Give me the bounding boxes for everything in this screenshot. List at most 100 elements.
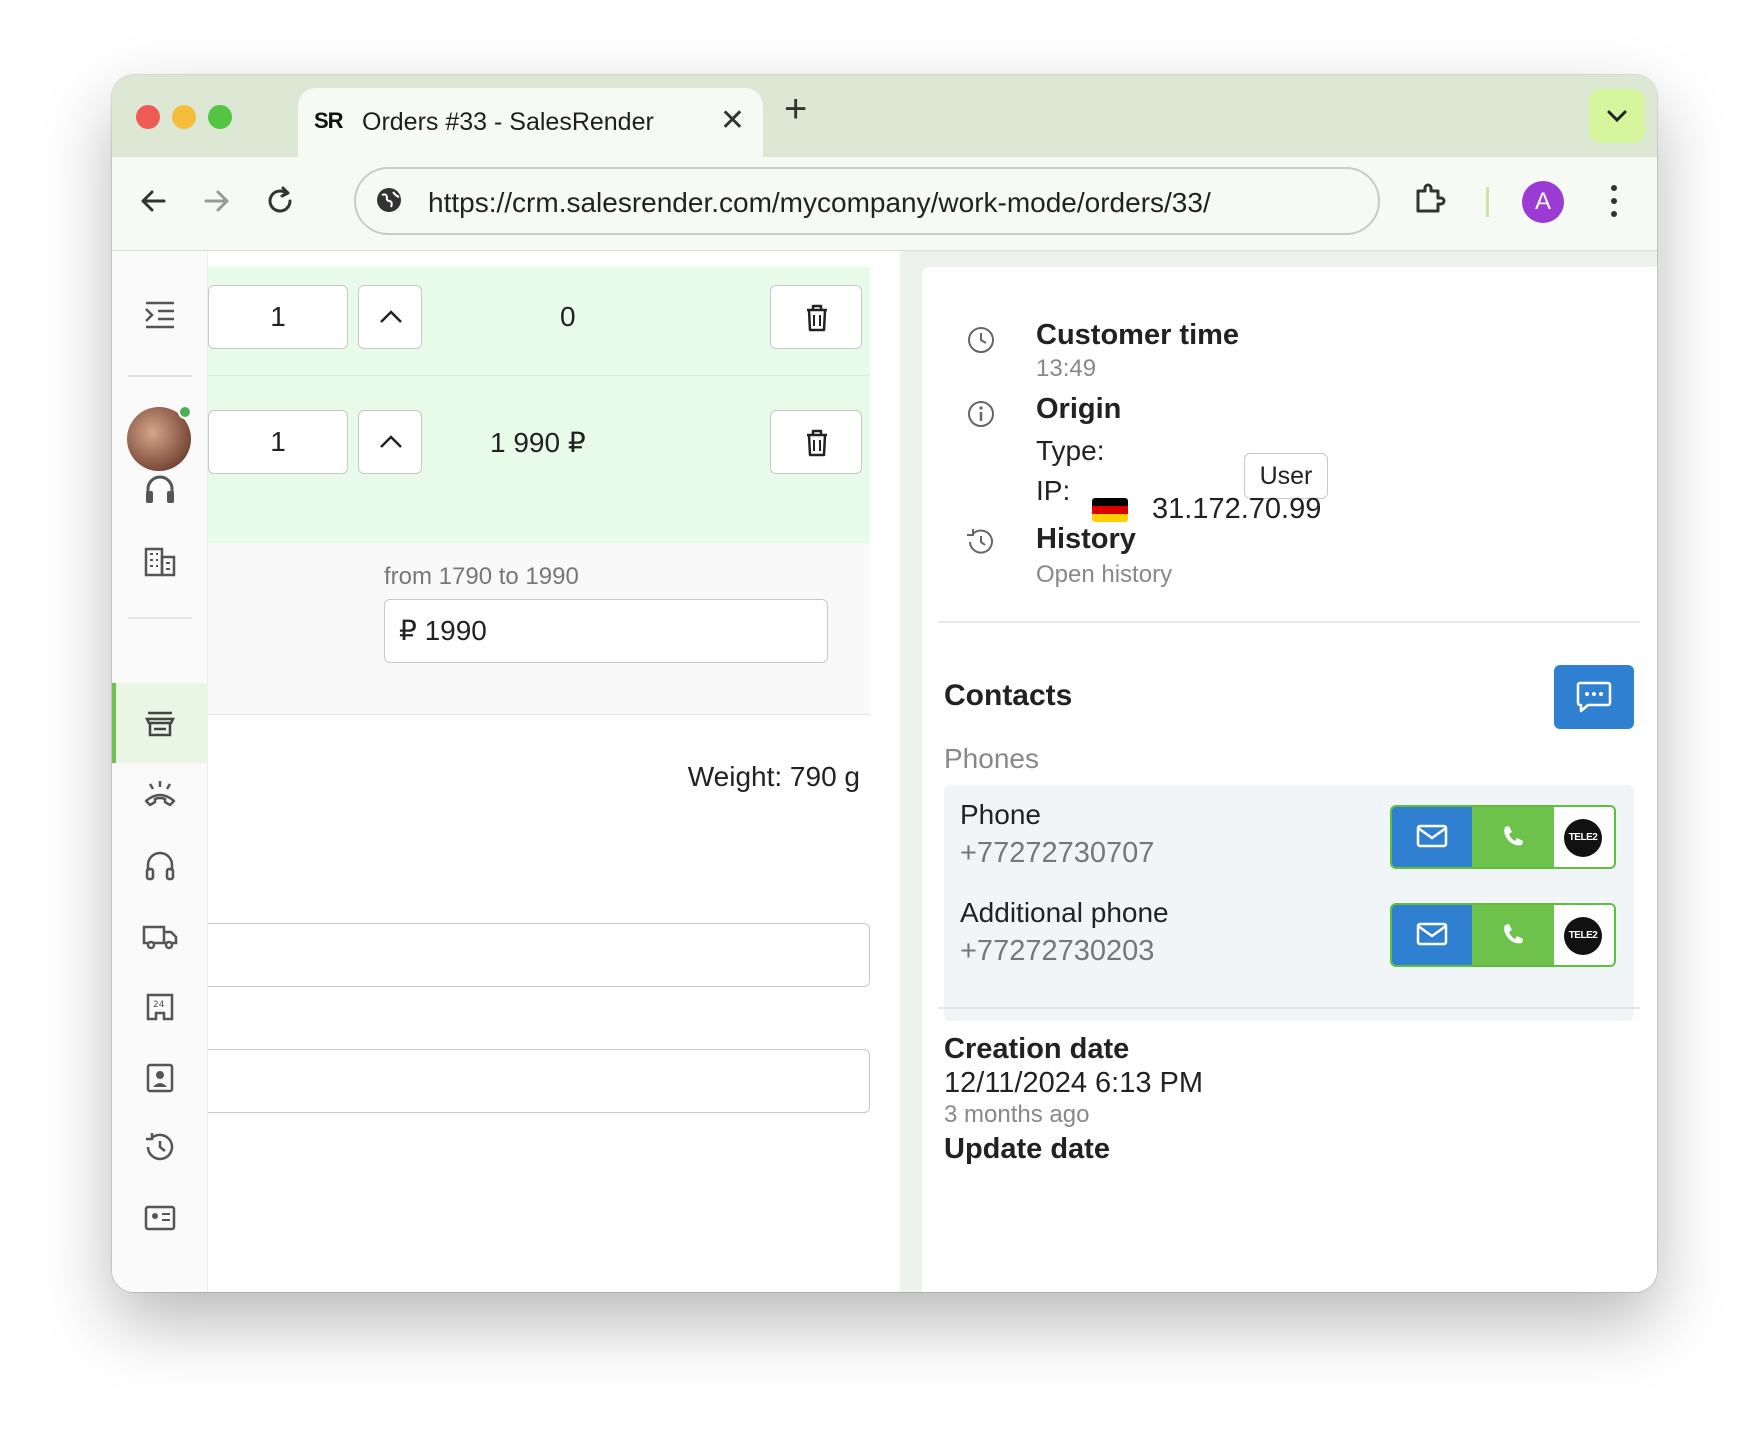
order-products-panel: 1 0 1 1 990 ₽ from 1790 to 1990 ₽ 1990 W… xyxy=(208,251,892,1292)
back-arrow-icon[interactable] xyxy=(138,185,170,217)
menu-indent-icon[interactable] xyxy=(140,295,180,335)
call-button[interactable] xyxy=(1472,905,1554,965)
app-sidebar: 24 xyxy=(112,251,208,1292)
forward-arrow-icon[interactable] xyxy=(200,185,232,217)
order-info-card: Customer time 13:49 Origin Type: User IP… xyxy=(922,267,1657,1292)
phone-icon xyxy=(1504,924,1523,944)
price-input[interactable]: ₽ 1990 xyxy=(384,599,828,663)
phone-number[interactable]: +77272730203 xyxy=(960,935,1154,968)
browser-window: SR Orders #33 - SalesRender ✕ + https://… xyxy=(112,75,1657,1292)
mail-icon xyxy=(1416,824,1448,848)
phones-label: Phones xyxy=(944,743,1039,774)
tele2-logo: TELE2 xyxy=(1564,819,1602,857)
send-sms-button[interactable] xyxy=(1392,905,1472,965)
section-divider xyxy=(938,621,1640,623)
operator-badge: TELE2 xyxy=(1554,807,1614,867)
maximize-window-button[interactable] xyxy=(208,105,232,129)
close-window-button[interactable] xyxy=(136,105,160,129)
profile-avatar[interactable]: A xyxy=(1522,181,1564,223)
info-icon xyxy=(964,397,998,431)
quantity-up-button[interactable] xyxy=(358,285,422,349)
history-label: History xyxy=(1036,523,1136,555)
chat-icon xyxy=(1576,681,1612,713)
address-bar[interactable]: https://crm.salesrender.com/mycompany/wo… xyxy=(354,167,1380,235)
chevron-down-icon xyxy=(1607,110,1627,123)
text-field[interactable] xyxy=(208,923,870,987)
delete-product-button[interactable] xyxy=(770,285,862,349)
delete-product-button[interactable] xyxy=(770,410,862,474)
price-range-label: from 1790 to 1990 xyxy=(384,563,579,590)
building-icon[interactable] xyxy=(140,541,180,581)
quantity-up-button[interactable] xyxy=(358,410,422,474)
ringing-phone-icon[interactable] xyxy=(140,773,180,813)
row-total: 0 xyxy=(560,301,576,332)
browser-titlebar: SR Orders #33 - SalesRender ✕ + xyxy=(112,75,1657,157)
new-tab-plus-icon[interactable]: + xyxy=(784,87,807,132)
trash-icon xyxy=(807,304,827,332)
chevron-up-icon xyxy=(380,310,402,323)
url-text: https://crm.salesrender.com/mycompany/wo… xyxy=(428,187,1211,218)
browser-tab[interactable]: SR Orders #33 - SalesRender ✕ xyxy=(298,88,763,157)
creation-date-relative: 3 months ago xyxy=(944,1101,1090,1128)
call-button[interactable] xyxy=(1472,807,1554,867)
toolbar-divider xyxy=(1486,187,1489,217)
store-icon[interactable] xyxy=(140,703,180,743)
customer-time-value: 13:49 xyxy=(1036,355,1097,382)
germany-flag-icon xyxy=(1092,498,1128,522)
quantity-input[interactable]: 1 xyxy=(208,410,348,474)
site-info-icon[interactable] xyxy=(374,185,404,215)
customer-time-label: Customer time xyxy=(1036,319,1240,351)
phone-icon xyxy=(1504,826,1523,846)
sidebar-divider xyxy=(128,375,192,377)
update-date-label: Update date xyxy=(944,1133,1110,1165)
phone-label: Additional phone xyxy=(960,897,1169,928)
phones-list: Phone +77272730707 TELE2 Additional phon… xyxy=(944,785,1634,1021)
browser-toolbar: https://crm.salesrender.com/mycompany/wo… xyxy=(112,157,1657,251)
contact-card-icon[interactable] xyxy=(140,1057,180,1097)
send-sms-button[interactable] xyxy=(1392,807,1472,867)
origin-ip-value: 31.172.70.99 xyxy=(1152,493,1322,525)
creation-date-label: Creation date xyxy=(944,1033,1130,1065)
minimize-window-button[interactable] xyxy=(172,105,196,129)
truck-icon[interactable] xyxy=(140,915,180,955)
phone-label: Phone xyxy=(960,799,1041,830)
store-24-icon[interactable]: 24 xyxy=(140,985,180,1025)
product-row: 1 1 990 ₽ xyxy=(208,375,870,543)
online-status-dot xyxy=(178,405,192,419)
headphones-icon[interactable] xyxy=(140,845,180,885)
more-vertical-icon[interactable] xyxy=(1608,183,1620,219)
text-field[interactable] xyxy=(208,1049,870,1113)
svg-text:24: 24 xyxy=(153,1000,165,1010)
operator-badge: TELE2 xyxy=(1554,905,1614,965)
page-content: 24 1 0 1 1 990 ₽ from 1790 to 1990 ₽ 199… xyxy=(112,251,1657,1292)
id-card-icon[interactable] xyxy=(140,1197,180,1237)
tab-close-icon[interactable]: ✕ xyxy=(720,103,745,138)
tab-search-button[interactable] xyxy=(1589,89,1645,143)
history-icon xyxy=(964,525,998,559)
extensions-puzzle-icon[interactable] xyxy=(1410,179,1450,219)
quantity-input[interactable]: 1 xyxy=(208,285,348,349)
tab-title: Orders #33 - SalesRender xyxy=(362,108,654,136)
origin-type-label: Type: xyxy=(1036,435,1105,466)
price-range-section: from 1790 to 1990 ₽ 1990 xyxy=(208,543,870,715)
phone-actions: TELE2 xyxy=(1390,903,1616,967)
product-row: 1 0 xyxy=(208,267,870,375)
origin-ip-label: IP: xyxy=(1036,475,1071,506)
mail-icon xyxy=(1416,922,1448,946)
phone-number[interactable]: +77272730707 xyxy=(960,837,1154,870)
chat-button[interactable] xyxy=(1554,665,1634,729)
chevron-up-icon xyxy=(380,435,402,448)
origin-label: Origin xyxy=(1036,393,1122,425)
contacts-title: Contacts xyxy=(944,679,1073,712)
reload-icon[interactable] xyxy=(264,185,296,217)
clock-icon xyxy=(964,323,998,357)
section-divider xyxy=(938,1007,1640,1009)
creation-date-value: 12/11/2024 6:13 PM xyxy=(944,1067,1204,1099)
open-history-link[interactable]: Open history xyxy=(1036,561,1172,589)
salesrender-favicon: SR xyxy=(314,106,350,138)
headset-icon[interactable] xyxy=(140,469,180,509)
tele2-logo: TELE2 xyxy=(1564,917,1602,955)
trash-icon xyxy=(807,429,827,457)
row-total: 1 990 ₽ xyxy=(490,427,586,458)
history-icon[interactable] xyxy=(140,1127,180,1167)
